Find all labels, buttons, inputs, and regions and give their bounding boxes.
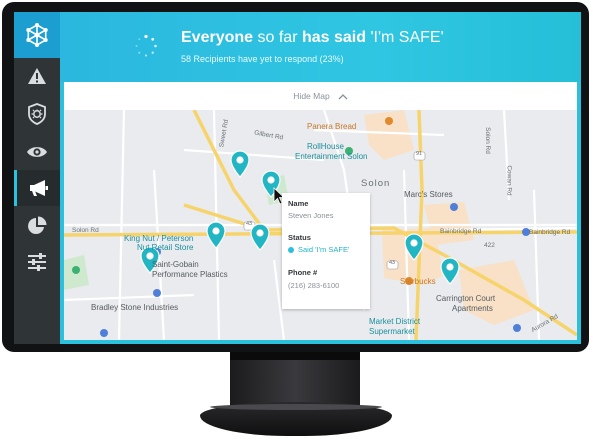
monitor-stand-neck <box>230 352 360 408</box>
label-kingnut-2: Nut Retail Store <box>137 243 194 252</box>
sliders-icon <box>28 253 46 271</box>
chevron-up-icon <box>338 93 348 99</box>
label-saintgobain-2: Performance Plastics <box>152 270 228 279</box>
megaphone-icon <box>29 180 48 196</box>
hide-map-toggle[interactable]: Hide Map <box>64 82 577 111</box>
popup-status-value: Said 'I'm SAFE' <box>298 245 350 254</box>
poi-marcs[interactable] <box>450 203 458 211</box>
spinner-icon <box>135 34 157 57</box>
map-panel: Hide Map Panera Bread RollHouse Entertai… <box>60 82 581 344</box>
label-bainbridge-2: Bainbridge Rd <box>529 229 571 236</box>
shield-43a: 43 <box>246 221 253 227</box>
label-rollhouse-1: RollHouse <box>307 142 344 151</box>
sidebar <box>14 12 60 344</box>
eye-icon <box>27 147 47 157</box>
nav-reports[interactable] <box>14 208 60 244</box>
nav-alerts[interactable] <box>14 58 60 94</box>
app-logo[interactable] <box>14 12 60 58</box>
monitor-bezel: Everyone so far has said 'I'm SAFE' 58 R… <box>2 2 589 352</box>
nav-settings[interactable] <box>14 244 60 280</box>
label-rd-b: Cowan Rd <box>505 165 513 196</box>
poi-carrington[interactable] <box>513 324 521 332</box>
popup-phone-value[interactable]: (216) 283-6100 <box>288 281 339 290</box>
nav-monitor[interactable] <box>14 134 60 170</box>
shield-43b: 43 <box>389 260 396 266</box>
pending-recipients-text: 58 Recipients have yet to respond (23%) <box>181 54 344 64</box>
pie-chart-icon <box>28 216 47 234</box>
network-logo-icon <box>26 23 48 47</box>
nav-broadcast[interactable] <box>14 170 60 206</box>
label-starbucks: Starbucks <box>400 277 436 286</box>
label-marcs: Marc's Stores <box>404 190 453 199</box>
label-market-1: Market District <box>369 317 421 326</box>
poi-panera[interactable] <box>385 117 393 125</box>
poi-bradley[interactable] <box>100 329 108 337</box>
popup-name-value: Steven Jones <box>288 211 334 220</box>
popup-status-label: Status <box>288 233 311 242</box>
label-bainbridge-1: Bainbridge Rd <box>440 228 482 235</box>
label-carrington-1: Carrington Court <box>436 294 496 303</box>
label-rd-a: Solon Rd <box>483 127 491 154</box>
shield-91: 91 <box>416 151 423 157</box>
warning-icon <box>28 68 46 84</box>
label-solon: Solon <box>361 178 391 189</box>
popup-phone-label: Phone # <box>288 268 318 277</box>
nav-security[interactable] <box>14 96 60 132</box>
label-rollhouse-2: Entertainment Solon <box>295 152 368 161</box>
label-422: 422 <box>484 242 495 249</box>
monitor-stand-shadow <box>230 352 360 360</box>
recipient-popup: Name Steven Jones Status Said 'I'm SAFE'… <box>282 193 370 309</box>
label-kingnut-1: King Nut / Peterson <box>124 234 194 243</box>
label-market-2: Supermarket <box>369 327 415 336</box>
label-bradley: Bradley Stone Industries <box>91 303 179 312</box>
app-screen: Everyone so far has said 'I'm SAFE' 58 R… <box>14 12 581 344</box>
poi-park[interactable] <box>72 266 80 274</box>
monitor-stand-highlight <box>210 404 382 410</box>
shield-bug-icon <box>28 103 46 125</box>
hide-map-label: Hide Map <box>293 91 330 101</box>
status-dot <box>288 247 294 253</box>
label-carrington-2: Apartments <box>452 304 493 313</box>
poi-saintgobain[interactable] <box>153 289 161 297</box>
response-headline: Everyone so far has said 'I'm SAFE' <box>181 29 444 46</box>
label-saintgobain-1: Saint-Gobain <box>152 260 199 269</box>
label-panera: Panera Bread <box>307 122 357 131</box>
map-card: Hide Map Panera Bread RollHouse Entertai… <box>64 82 577 340</box>
status-header: Everyone so far has said 'I'm SAFE' 58 R… <box>60 12 581 82</box>
popup-name-label: Name <box>288 199 309 208</box>
label-solon-rd: Solon Rd <box>72 227 99 234</box>
